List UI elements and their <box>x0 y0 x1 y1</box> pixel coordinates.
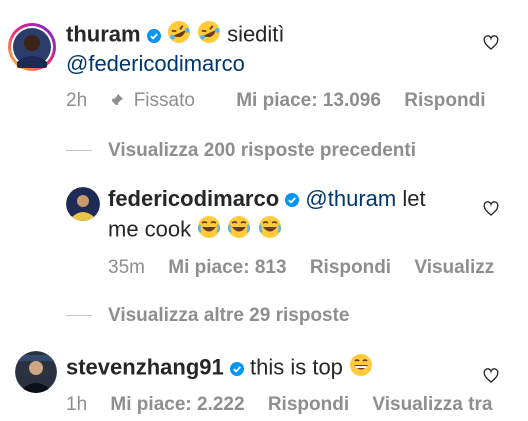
grin-emoji-icon <box>349 353 373 384</box>
likes-count[interactable]: Mi piace: 2.222 <box>110 394 244 415</box>
like-heart-icon[interactable] <box>483 368 499 384</box>
comment-federicodimarco-line2: me cook <box>108 215 282 246</box>
comment-meta-federicodimarco: 35m Mi piace: 813 Rispondi Visualizz <box>108 256 512 280</box>
reply-button[interactable]: Rispondi <box>404 90 485 111</box>
rofl-emoji-icon <box>167 20 191 51</box>
comment-thuram-line1: thuram sieditì <box>66 20 285 51</box>
verified-badge-icon <box>285 186 300 214</box>
username-federicodimarco[interactable]: federicodimarco <box>108 186 279 211</box>
divider <box>66 150 92 152</box>
timestamp: 1h <box>66 394 88 415</box>
timestamp: 2h <box>66 90 88 111</box>
divider <box>66 315 92 317</box>
like-heart-icon[interactable] <box>483 35 499 51</box>
likes-count[interactable]: Mi piace: 813 <box>168 257 286 278</box>
verified-badge-icon <box>229 355 244 383</box>
pinned-indicator: Fissato <box>110 90 218 111</box>
comments-panel: thuram sieditì @federicodimarco 2h Fissa… <box>0 0 528 421</box>
mention-link[interactable]: @federicodimarco <box>66 51 245 76</box>
avatar-federicodimarco[interactable] <box>66 187 100 221</box>
comment-federicodimarco-line1: federicodimarco @thuram let <box>108 185 426 214</box>
joy-emoji-icon <box>258 215 282 246</box>
mention-link[interactable]: @thuram <box>305 186 396 211</box>
likes-count[interactable]: Mi piace: 13.096 <box>236 90 381 111</box>
comment-stevenzhang91-line1: stevenzhang91 this is top <box>66 353 373 384</box>
joy-emoji-icon <box>227 215 251 246</box>
joy-emoji-icon <box>197 215 221 246</box>
username-stevenzhang91[interactable]: stevenzhang91 <box>66 354 224 379</box>
comment-thuram-line2: @federicodimarco <box>66 50 245 78</box>
reply-button[interactable]: Rispondi <box>310 257 391 278</box>
comment-meta-stevenzhang91: 1h Mi piace: 2.222 Rispondi Visualizza t… <box>66 393 510 417</box>
comment-text: this is top <box>249 354 343 380</box>
translate-button[interactable]: Visualizz <box>414 257 494 278</box>
username-thuram[interactable]: thuram <box>66 21 141 46</box>
pin-icon <box>110 90 129 111</box>
timestamp: 35m <box>108 257 145 278</box>
translate-button[interactable]: Visualizza tra <box>372 394 492 415</box>
avatar-stevenzhang91[interactable] <box>15 351 57 393</box>
avatar-thuram[interactable] <box>7 22 57 72</box>
comment-text: let <box>402 186 426 211</box>
view-previous-replies[interactable]: Visualizza 200 risposte precedenti <box>66 139 416 163</box>
rofl-emoji-icon <box>197 20 221 51</box>
reply-button[interactable]: Rispondi <box>268 394 349 415</box>
verified-badge-icon <box>146 22 161 50</box>
comment-text: me cook <box>108 216 192 242</box>
view-more-replies[interactable]: Visualizza altre 29 risposte <box>66 304 350 328</box>
comment-text: sieditì <box>227 21 285 47</box>
comment-meta-thuram: 2h Fissato Mi piace: 13.096 Rispondi <box>66 89 504 113</box>
like-heart-icon[interactable] <box>483 201 499 217</box>
